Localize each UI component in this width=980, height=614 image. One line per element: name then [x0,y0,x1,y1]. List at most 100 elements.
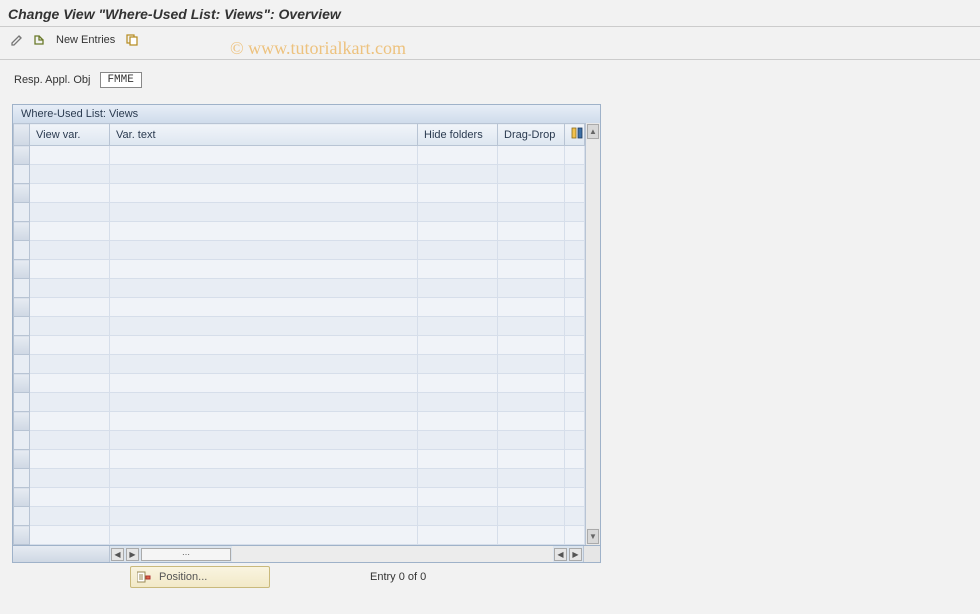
table-cell[interactable] [418,165,498,184]
table-cell[interactable] [30,279,110,298]
other-entry-icon[interactable] [30,31,48,49]
table-cell[interactable] [110,336,418,355]
table-row[interactable] [14,450,585,469]
table-cell[interactable] [498,450,565,469]
row-selector[interactable] [14,165,30,184]
table-row[interactable] [14,222,585,241]
table-cell[interactable] [498,526,565,545]
table-cell[interactable] [30,146,110,165]
table-cell[interactable] [498,260,565,279]
row-selector[interactable] [14,279,30,298]
horizontal-scrollbar[interactable]: ◀ ▶ ⋯ ◀ ▶ [12,546,601,563]
table-cell[interactable] [418,450,498,469]
col-view-var[interactable]: View var. [30,124,110,146]
table-cell[interactable] [110,184,418,203]
table-cell[interactable] [498,298,565,317]
table-cell[interactable] [498,336,565,355]
table-cell[interactable] [30,431,110,450]
table-cell[interactable] [30,165,110,184]
table-cell[interactable] [110,526,418,545]
table-cell[interactable] [498,393,565,412]
table-cell[interactable] [498,146,565,165]
table-row[interactable] [14,260,585,279]
row-selector[interactable] [14,469,30,488]
row-selector[interactable] [14,393,30,412]
hscroll-right2-icon[interactable]: ▶ [569,548,582,561]
table-row[interactable] [14,526,585,545]
row-selector[interactable] [14,203,30,222]
table-cell[interactable] [30,241,110,260]
row-selector[interactable] [14,431,30,450]
table-row[interactable] [14,469,585,488]
table-cell[interactable] [418,241,498,260]
table-cell[interactable] [30,184,110,203]
table-row[interactable] [14,184,585,203]
table-row[interactable] [14,374,585,393]
row-selector[interactable] [14,412,30,431]
table-cell[interactable] [110,507,418,526]
row-selector[interactable] [14,222,30,241]
table-cell[interactable] [498,469,565,488]
table-cell[interactable] [498,488,565,507]
table-cell[interactable] [110,203,418,222]
table-row[interactable] [14,317,585,336]
scroll-up-icon[interactable]: ▲ [587,124,599,139]
table-cell[interactable] [418,393,498,412]
row-selector[interactable] [14,184,30,203]
new-entries-button[interactable]: New Entries [52,34,119,46]
table-cell[interactable] [30,526,110,545]
table-cell[interactable] [30,298,110,317]
table-cell[interactable] [110,355,418,374]
table-cell[interactable] [418,412,498,431]
hscroll-thumb[interactable]: ⋯ [141,548,231,561]
table-cell[interactable] [498,355,565,374]
table-cell[interactable] [110,412,418,431]
table-cell[interactable] [418,336,498,355]
table-cell[interactable] [418,317,498,336]
table-cell[interactable] [110,488,418,507]
row-selector[interactable] [14,355,30,374]
table-cell[interactable] [418,355,498,374]
table-row[interactable] [14,412,585,431]
hscroll-track[interactable] [232,546,553,562]
table-row[interactable] [14,241,585,260]
table-cell[interactable] [110,374,418,393]
table-cell[interactable] [30,374,110,393]
table-row[interactable] [14,336,585,355]
table-cell[interactable] [30,203,110,222]
table-cell[interactable] [418,507,498,526]
table-cell[interactable] [418,488,498,507]
row-selector[interactable] [14,450,30,469]
row-selector[interactable] [14,298,30,317]
row-selector[interactable] [14,336,30,355]
table-cell[interactable] [498,184,565,203]
row-selector[interactable] [14,146,30,165]
table-cell[interactable] [30,336,110,355]
table-cell[interactable] [110,241,418,260]
table-cell[interactable] [418,431,498,450]
table-cell[interactable] [418,146,498,165]
table-cell[interactable] [30,355,110,374]
table-cell[interactable] [30,393,110,412]
table-cell[interactable] [418,526,498,545]
table-cell[interactable] [498,431,565,450]
table-cell[interactable] [110,260,418,279]
table-cell[interactable] [418,469,498,488]
table-cell[interactable] [418,279,498,298]
row-selector[interactable] [14,317,30,336]
table-row[interactable] [14,393,585,412]
table-cell[interactable] [30,222,110,241]
table-settings-icon[interactable] [565,124,585,146]
vertical-scrollbar[interactable]: ▲ ▼ [585,123,600,545]
table-row[interactable] [14,488,585,507]
table-cell[interactable] [498,222,565,241]
row-selector[interactable] [14,374,30,393]
scroll-track[interactable] [586,140,600,528]
table-cell[interactable] [110,298,418,317]
table-cell[interactable] [110,279,418,298]
table-cell[interactable] [110,431,418,450]
table-cell[interactable] [418,298,498,317]
scroll-down-icon[interactable]: ▼ [587,529,599,544]
table-row[interactable] [14,146,585,165]
table-cell[interactable] [498,241,565,260]
